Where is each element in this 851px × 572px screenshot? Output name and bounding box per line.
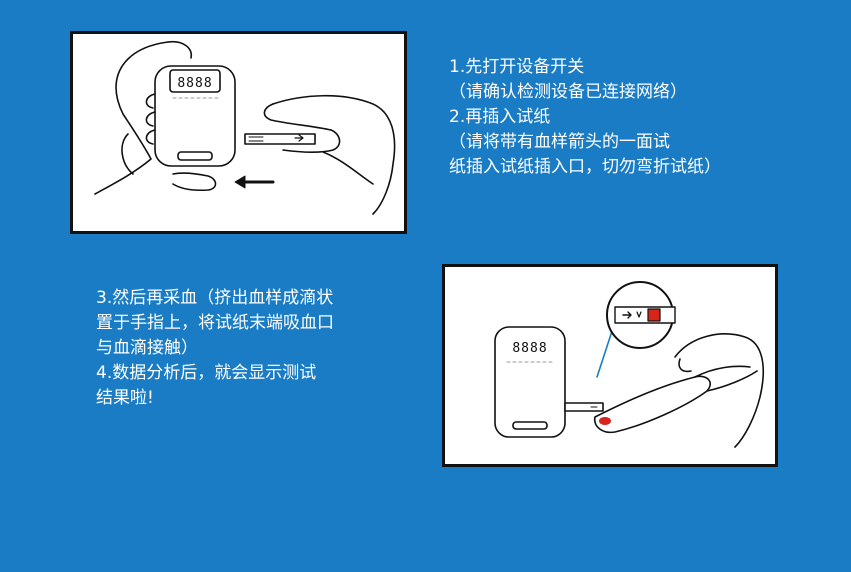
finger [593, 375, 711, 434]
blood-drop [599, 417, 611, 425]
instruction-line: （请确认检测设备已连接网络） [449, 82, 687, 102]
thumb [172, 172, 217, 192]
hand [674, 333, 765, 448]
instruction-line: 3.然后再采血（挤出血样成滴状 [96, 288, 334, 308]
instruction-line: 与血滴接触） [96, 338, 198, 358]
illustration-blood-sample: 8888 [442, 264, 778, 467]
instruction-line: 置于手指上，将试纸末端吸血口 [96, 313, 334, 333]
instructions-step-3-4: 3.然后再采血（挤出血样成滴状 置于手指上，将试纸末端吸血口 与血滴接触） 4.… [96, 286, 334, 411]
instruction-line: 结果啦! [96, 388, 154, 408]
blood-sample-drawing: 8888 [494, 281, 765, 448]
test-strip [244, 133, 316, 145]
instruction-line: 1.先打开设备开关 [449, 57, 585, 77]
instruction-line: 纸插入试纸插入口，切勿弯折试纸） [449, 157, 721, 177]
strip-blood-pad [647, 308, 661, 322]
instruction-line: 2.再插入试纸 [449, 107, 551, 127]
instruction-line: 4.数据分析后，就会显示测试 [96, 363, 317, 383]
insert-strip-drawing: 8888 [94, 40, 396, 215]
device-display: 8888 [512, 341, 547, 356]
illustration-insert-strip: 8888 [70, 31, 407, 234]
instruction-line: （请将带有血样箭头的一面试 [449, 132, 670, 152]
device-display: 8888 [177, 76, 212, 91]
instructions-step-1-2: 1.先打开设备开关 （请确认检测设备已连接网络） 2.再插入试纸 （请将带有血样… [449, 55, 721, 180]
right-hand [272, 94, 396, 215]
